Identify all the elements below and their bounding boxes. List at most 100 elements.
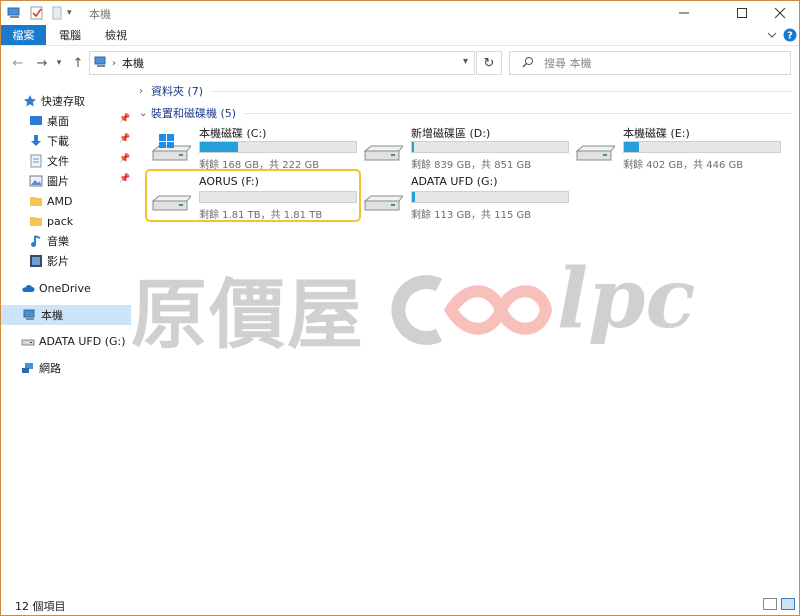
sidebar-item-desktop[interactable]: 桌面 📌: [1, 111, 131, 131]
picture-icon: [29, 174, 43, 188]
drive-name: 新增磁碟區 (D:): [411, 127, 491, 140]
new-folder-icon[interactable]: [49, 5, 65, 21]
music-icon: [29, 234, 43, 248]
drive-tile-d[interactable]: 新增磁碟區 (D:) 剩餘 839 GB，共 851 GB: [357, 123, 571, 171]
star-icon: [23, 94, 37, 108]
sidebar-item-label: 下載: [47, 135, 69, 148]
expand-ribbon-icon[interactable]: [765, 25, 779, 45]
drive-usage-fill: [200, 142, 238, 152]
sidebar-item-adata-ufd[interactable]: ADATA UFD (G:): [1, 331, 131, 351]
file-explorer-window: ▾ 本機 檔案 電腦 檢視 ? ← → ▾ ↑ › 本機 ▾ ↻ 搜尋 本機 快…: [0, 0, 800, 616]
details-view-icon[interactable]: [763, 598, 777, 610]
tiles-view-icon[interactable]: [781, 598, 795, 610]
desktop-icon: [29, 114, 43, 128]
drive-usage-bar: [411, 141, 569, 153]
sidebar-item-downloads[interactable]: 下載 📌: [1, 131, 131, 151]
usb-drive-icon: [21, 334, 35, 348]
download-icon: [29, 134, 43, 148]
drive-icon: [363, 133, 405, 163]
watermark-lpc: lpc: [557, 251, 696, 347]
computer-icon: [23, 308, 37, 322]
minimize-button[interactable]: [661, 1, 707, 25]
group-header-folders[interactable]: › 資料夾 (7): [139, 81, 791, 101]
cloud-icon: [21, 281, 35, 295]
pin-icon[interactable]: 📌: [119, 154, 130, 164]
drive-tile-g[interactable]: ADATA UFD (G:) 剩餘 113 GB，共 115 GB: [357, 173, 571, 221]
close-button[interactable]: [757, 1, 800, 25]
pin-icon[interactable]: 📌: [119, 114, 130, 124]
drive-name: ADATA UFD (G:): [411, 175, 498, 188]
watermark-cjk: 原價屋: [131, 270, 365, 359]
group-label: 資料夾 (7): [151, 85, 204, 98]
group-label: 裝置和磁碟機 (5): [151, 107, 237, 120]
sidebar-item-label: AMD: [47, 194, 73, 208]
pin-icon[interactable]: 📌: [119, 174, 130, 184]
sidebar-item-pack[interactable]: pack: [1, 211, 131, 231]
sidebar-item-pictures[interactable]: 圖片 📌: [1, 171, 131, 191]
search-icon: [522, 56, 534, 71]
drive-free-space: 剩餘 839 GB，共 851 GB: [411, 160, 532, 171]
refresh-button[interactable]: ↻: [476, 51, 502, 75]
properties-icon[interactable]: [29, 5, 45, 21]
drive-usage-bar: [623, 141, 781, 153]
help-icon[interactable]: ?: [783, 25, 797, 45]
search-input[interactable]: 搜尋 本機: [544, 55, 592, 71]
tab-file[interactable]: 檔案: [1, 25, 46, 45]
navigation-bar: ← → ▾ ↑ › 本機 ▾ ↻ 搜尋 本機: [1, 45, 799, 79]
drive-usage-fill: [412, 192, 415, 202]
drive-icon: [575, 133, 617, 163]
breadcrumb-separator-icon: ›: [112, 57, 116, 69]
status-bar: 12 個項目: [1, 593, 799, 615]
group-header-devices[interactable]: ⌄ 裝置和磁碟機 (5): [139, 103, 791, 123]
sidebar-item-label: OneDrive: [39, 281, 91, 295]
computer-icon: [94, 55, 108, 72]
back-button[interactable]: ←: [9, 54, 27, 72]
sidebar-item-this-pc[interactable]: 本機: [1, 305, 131, 325]
drive-icon: [363, 183, 405, 213]
item-count: 12 個項目: [15, 600, 66, 613]
sidebar-item-label: pack: [47, 214, 74, 228]
sidebar-item-quick-access[interactable]: 快速存取: [1, 91, 131, 111]
sidebar-item-label: ADATA UFD (G:): [39, 334, 126, 348]
drive-free-space: 剩餘 402 GB，共 446 GB: [623, 160, 744, 171]
sidebar-item-videos[interactable]: 影片: [1, 251, 131, 271]
drive-free-space: 剩餘 113 GB，共 115 GB: [411, 210, 532, 221]
drive-usage-bar: [411, 191, 569, 203]
search-box[interactable]: 搜尋 本機: [509, 51, 791, 75]
navigation-pane: 快速存取 桌面 📌 下載 📌 文件 📌 圖片 📌 AMD pack 音樂 影片 …: [1, 79, 131, 589]
drive-tile-c[interactable]: 本機磁碟 (C:) 剩餘 168 GB，共 222 GB: [145, 123, 359, 171]
sidebar-item-label: 音樂: [47, 235, 69, 248]
drive-usage-bar: [199, 141, 357, 153]
drive-usage-fill: [624, 142, 640, 152]
tab-computer[interactable]: 電腦: [49, 25, 91, 45]
window-title: 本機: [89, 8, 111, 21]
ribbon-tabs: 檔案 電腦 檢視 ?: [1, 25, 799, 45]
sidebar-item-documents[interactable]: 文件 📌: [1, 151, 131, 171]
pin-icon[interactable]: 📌: [119, 134, 130, 144]
svg-text:?: ?: [787, 31, 793, 42]
sidebar-item-amd[interactable]: AMD: [1, 191, 131, 211]
tab-view[interactable]: 檢視: [95, 25, 137, 45]
address-dropdown-icon[interactable]: ▾: [463, 56, 468, 67]
sidebar-item-network[interactable]: 網路: [1, 358, 131, 378]
chevron-right-icon: ›: [139, 85, 143, 97]
address-bar[interactable]: › 本機 ▾: [89, 51, 475, 75]
watermark-logo: 原價屋 lpc: [131, 247, 695, 371]
video-icon: [29, 254, 43, 268]
network-icon: [21, 361, 35, 375]
forward-button[interactable]: →: [33, 54, 51, 72]
sidebar-item-label: 本機: [41, 309, 63, 322]
breadcrumb-current[interactable]: 本機: [122, 55, 144, 71]
drive-tile-e[interactable]: 本機磁碟 (E:) 剩餘 402 GB，共 446 GB: [569, 123, 783, 171]
sidebar-item-music[interactable]: 音樂: [1, 231, 131, 251]
chevron-down-icon: ⌄: [139, 107, 148, 119]
up-button[interactable]: ↑: [69, 54, 87, 72]
highlight-outline: [145, 169, 361, 222]
sidebar-item-label: 桌面: [47, 115, 69, 128]
sidebar-item-label: 網路: [39, 362, 61, 375]
sidebar-item-onedrive[interactable]: OneDrive: [1, 278, 131, 298]
drive-usage-fill: [412, 142, 415, 152]
quick-access-dropdown-icon[interactable]: ▾: [67, 5, 72, 21]
recent-locations-dropdown[interactable]: ▾: [53, 54, 65, 72]
sidebar-item-label: 快速存取: [41, 95, 85, 108]
